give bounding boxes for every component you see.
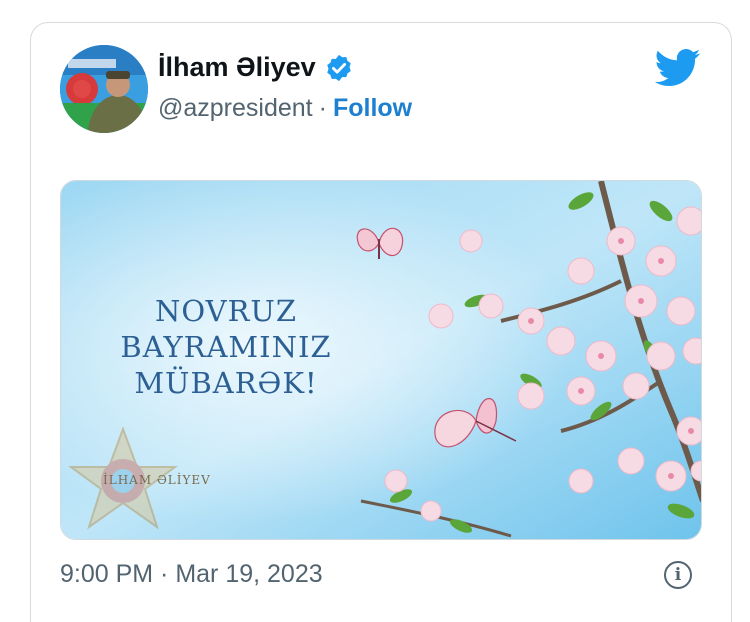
tweet-media-image[interactable]: NOVRUZ BAYRAMINIZ MÜBARƏK! İLHAM ƏLİYEV <box>60 180 702 540</box>
signature-text: İLHAM ƏLİYEV <box>103 473 211 487</box>
greeting-line-2: BAYRAMINIZ <box>120 330 332 364</box>
author-name-row[interactable]: İlham Əliyev <box>158 52 354 83</box>
follow-button[interactable]: Follow <box>333 94 412 123</box>
greeting-line-1: NOVRUZ <box>154 294 297 328</box>
tweet-timestamp[interactable]: 9:00 PM · Mar 19, 2023 <box>60 560 323 589</box>
verified-badge-icon <box>324 53 354 83</box>
author-avatar[interactable] <box>60 45 148 133</box>
greeting-line-3: MÜBARƏK! <box>134 366 318 400</box>
info-icon[interactable]: i <box>664 561 692 589</box>
author-name[interactable]: İlham Əliyev <box>158 52 316 83</box>
avatar-image <box>60 45 148 133</box>
twitter-bird-icon[interactable] <box>654 48 701 88</box>
author-handle[interactable]: @azpresident <box>158 94 313 123</box>
separator-dot: · <box>318 94 327 122</box>
greeting-text: NOVRUZ BAYRAMINIZ MÜBARƏK! <box>111 293 341 401</box>
handle-row: @azpresident · Follow <box>158 94 412 123</box>
